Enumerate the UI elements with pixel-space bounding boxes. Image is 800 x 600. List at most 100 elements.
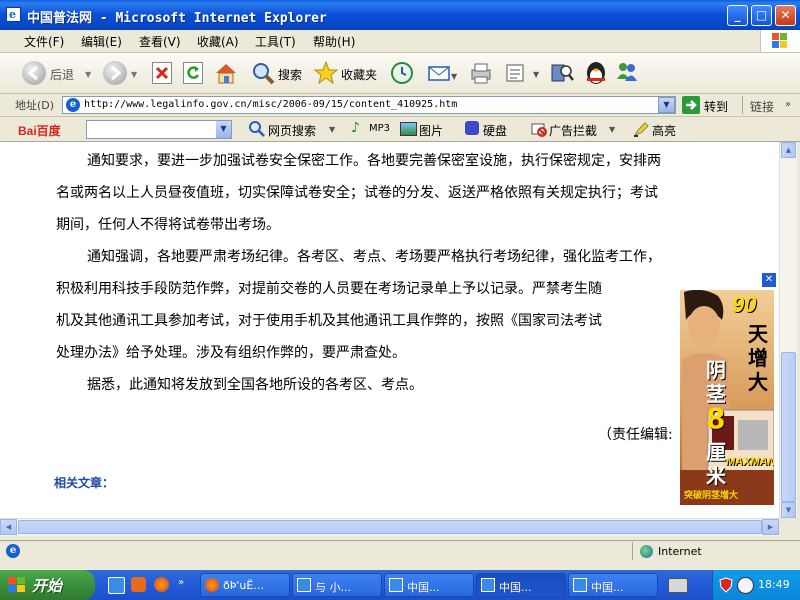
globe-icon	[640, 545, 653, 558]
back-button-label[interactable]: 后退	[50, 66, 74, 83]
menu-tools[interactable]: 工具(T)	[255, 33, 296, 50]
svg-text:▼: ▼	[533, 70, 540, 79]
article-line: 积极利用科技手段防范作弊，对提前交卷的人员要在考场记录单上予以记录。严禁考生随	[56, 281, 602, 297]
clock[interactable]: 18:49	[758, 578, 790, 591]
baidu-dropdown-button[interactable]: ▼	[216, 121, 231, 138]
horizontal-scrollbar[interactable]: ◀ ▶	[0, 518, 779, 536]
address-label: 地址(D)	[15, 99, 55, 112]
quicklaunch-firefox-icon[interactable]	[154, 577, 169, 592]
menu-help[interactable]: 帮助(H)	[313, 33, 355, 50]
vertical-scroll-thumb[interactable]	[781, 352, 796, 502]
firefox-icon	[205, 578, 219, 592]
forward-dropdown-icon[interactable]: ▼	[131, 70, 137, 79]
scroll-down-button[interactable]: ▼	[781, 502, 796, 518]
menu-file[interactable]: 文件(F)	[24, 33, 64, 50]
baidu-logo[interactable]: Bai百度	[18, 122, 61, 139]
quicklaunch-ie-icon[interactable]	[108, 577, 125, 594]
quicklaunch-app-icon[interactable]	[131, 577, 146, 592]
floating-ad[interactable]: 90 天 增 大 阴 茎 8 厘 米 MAXMAN 突破阴茎增大	[680, 290, 774, 505]
quicklaunch-chevron-icon[interactable]: »	[178, 577, 184, 588]
status-divider	[632, 542, 633, 560]
article-line: 期间，任何人不得将试卷带出考场。	[56, 217, 280, 233]
disk-icon[interactable]	[465, 121, 479, 135]
qq-icon[interactable]	[583, 59, 609, 90]
back-dropdown-icon[interactable]: ▼	[85, 70, 91, 79]
links-button[interactable]: 链接	[750, 98, 774, 115]
minimize-button[interactable]: _	[727, 5, 748, 26]
messenger-icon[interactable]	[614, 59, 640, 88]
page-content[interactable]: 通知要求，要进一步加强试卷安全保密工作。各地要完善保密室设施，执行保密规定，安排…	[0, 142, 779, 518]
network-icon[interactable]	[737, 577, 754, 594]
keyboard-icon[interactable]	[668, 578, 688, 593]
vertical-scrollbar[interactable]: ▲ ▼	[779, 142, 797, 518]
menu-edit[interactable]: 编辑(E)	[81, 33, 122, 50]
web-search-button[interactable]: 网页搜索	[268, 122, 316, 139]
research-icon[interactable]	[549, 60, 575, 89]
go-button[interactable]: 转到	[704, 98, 728, 115]
address-dropdown-button[interactable]: ▼	[658, 97, 675, 113]
related-articles-heading[interactable]: 相关文章：	[54, 474, 114, 491]
taskbar-button-4-active[interactable]: 中国...	[476, 573, 566, 597]
mp3-button[interactable]: MP3	[369, 123, 390, 134]
ad-days-number: 90	[732, 292, 757, 317]
task-label: 中国...	[591, 581, 624, 594]
maximize-button[interactable]: □	[751, 5, 772, 26]
search-button-label[interactable]: 搜索	[278, 66, 302, 83]
ad-brand: MAXMAN	[726, 456, 774, 468]
taskbar-button-5[interactable]: 中国...	[568, 573, 658, 597]
ie-icon: e	[6, 7, 21, 22]
taskbar-button-2[interactable]: 与 小...	[292, 573, 382, 597]
task-label: 中国...	[407, 581, 440, 594]
forward-icon[interactable]	[103, 61, 127, 85]
svg-text:▼: ▼	[451, 72, 457, 81]
scroll-up-button[interactable]: ▲	[781, 142, 796, 158]
windows-logo-icon	[760, 30, 800, 52]
mail-icon[interactable]: ▼	[427, 61, 458, 88]
window-title: 中国普法网 - Microsoft Internet Explorer	[27, 11, 327, 26]
back-icon[interactable]	[22, 61, 46, 85]
taskbar-button-3[interactable]: 中国...	[384, 573, 474, 597]
ad-block-icon[interactable]	[530, 120, 548, 141]
close-button[interactable]: ✕	[775, 5, 796, 26]
favorites-button-label[interactable]: 收藏夹	[341, 66, 377, 83]
ad-close-button[interactable]: ✕	[762, 273, 776, 287]
address-divider	[742, 96, 743, 114]
ie-task-icon	[573, 578, 587, 592]
security-zone: Internet	[658, 545, 702, 558]
refresh-icon[interactable]	[183, 62, 203, 84]
menu-view[interactable]: 查看(V)	[139, 33, 181, 50]
scroll-right-button[interactable]: ▶	[762, 519, 779, 535]
music-note-icon[interactable]: ♪	[351, 120, 360, 136]
taskbar-button-1[interactable]: ðÞ'uË...	[200, 573, 290, 597]
search-icon[interactable]	[250, 60, 276, 89]
ad-char: 大	[748, 370, 768, 394]
home-icon[interactable]	[213, 60, 239, 89]
address-url[interactable]: http://www.legalinfo.gov.cn/misc/2006-09…	[84, 99, 457, 110]
images-button[interactable]: 图片	[419, 122, 443, 139]
start-label[interactable]: 开始	[32, 575, 62, 596]
highlight-pen-icon[interactable]	[632, 120, 650, 141]
article-line: 机及其他通讯工具参加考试，对于使用手机及其他通讯工具作弊的，按照《国家司法考试	[56, 313, 602, 329]
scroll-left-button[interactable]: ◀	[0, 519, 17, 535]
web-search-icon[interactable]	[248, 120, 266, 141]
edit-page-icon[interactable]: ▼	[505, 62, 541, 87]
security-shield-icon[interactable]	[718, 577, 734, 596]
highlight-button[interactable]: 高亮	[652, 122, 676, 139]
print-icon[interactable]	[468, 60, 494, 89]
web-search-dropdown-icon[interactable]: ▼	[329, 125, 335, 134]
disk-button[interactable]: 硬盘	[483, 122, 507, 139]
links-chevron-icon[interactable]: »	[785, 99, 791, 110]
stop-icon[interactable]	[152, 62, 172, 84]
favorites-star-icon[interactable]	[313, 60, 339, 89]
article-line: 处理办法》给予处理。涉及有组织作弊的，要严肃查处。	[56, 345, 406, 361]
menu-favorites[interactable]: 收藏(A)	[197, 33, 239, 50]
horizontal-scroll-thumb[interactable]	[18, 520, 762, 534]
baidu-search-input[interactable]	[86, 120, 232, 139]
go-arrow-icon[interactable]	[682, 96, 700, 114]
image-icon[interactable]	[400, 122, 417, 136]
article-line: 据悉，此通知将发放到全国各地所设的各考区、考点。	[87, 377, 423, 393]
ad-block-dropdown-icon[interactable]: ▼	[609, 125, 615, 134]
ad-block-button[interactable]: 广告拦截	[549, 122, 597, 139]
history-icon[interactable]	[390, 61, 414, 88]
window-icon	[297, 578, 311, 592]
